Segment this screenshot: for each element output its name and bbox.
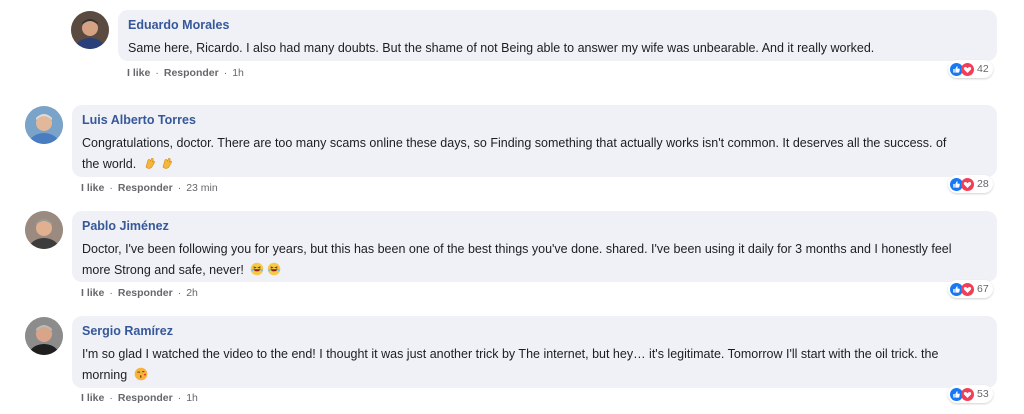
- comment: Sergio Ramírez I'm so glad I watched the…: [0, 0, 1024, 414]
- separator-dot: ·: [109, 392, 113, 404]
- comment-bubble: Sergio Ramírez I'm so glad I watched the…: [72, 316, 997, 388]
- comment-text-line-2: morning: [82, 365, 987, 386]
- avatar-photo: [25, 317, 63, 355]
- comment-text: I'm so glad I watched the video to the e…: [82, 344, 987, 386]
- comment-author[interactable]: Sergio Ramírez: [82, 323, 987, 339]
- reaction-count: 53: [977, 388, 989, 400]
- comment-text-continued: morning: [82, 368, 131, 382]
- like-link[interactable]: I like: [81, 392, 104, 404]
- comment-actions: I like · Responder · 1h: [81, 391, 198, 405]
- reactions-summary[interactable]: 53: [948, 385, 993, 403]
- avatar[interactable]: [25, 317, 63, 355]
- reply-link[interactable]: Responder: [118, 392, 173, 404]
- comment-text-line: I'm so glad I watched the video to the e…: [82, 347, 939, 361]
- comment-timestamp[interactable]: 1h: [186, 392, 198, 404]
- love-icon: [961, 387, 974, 401]
- kissing-face-emoji: [134, 367, 148, 381]
- separator-dot: ·: [177, 392, 182, 404]
